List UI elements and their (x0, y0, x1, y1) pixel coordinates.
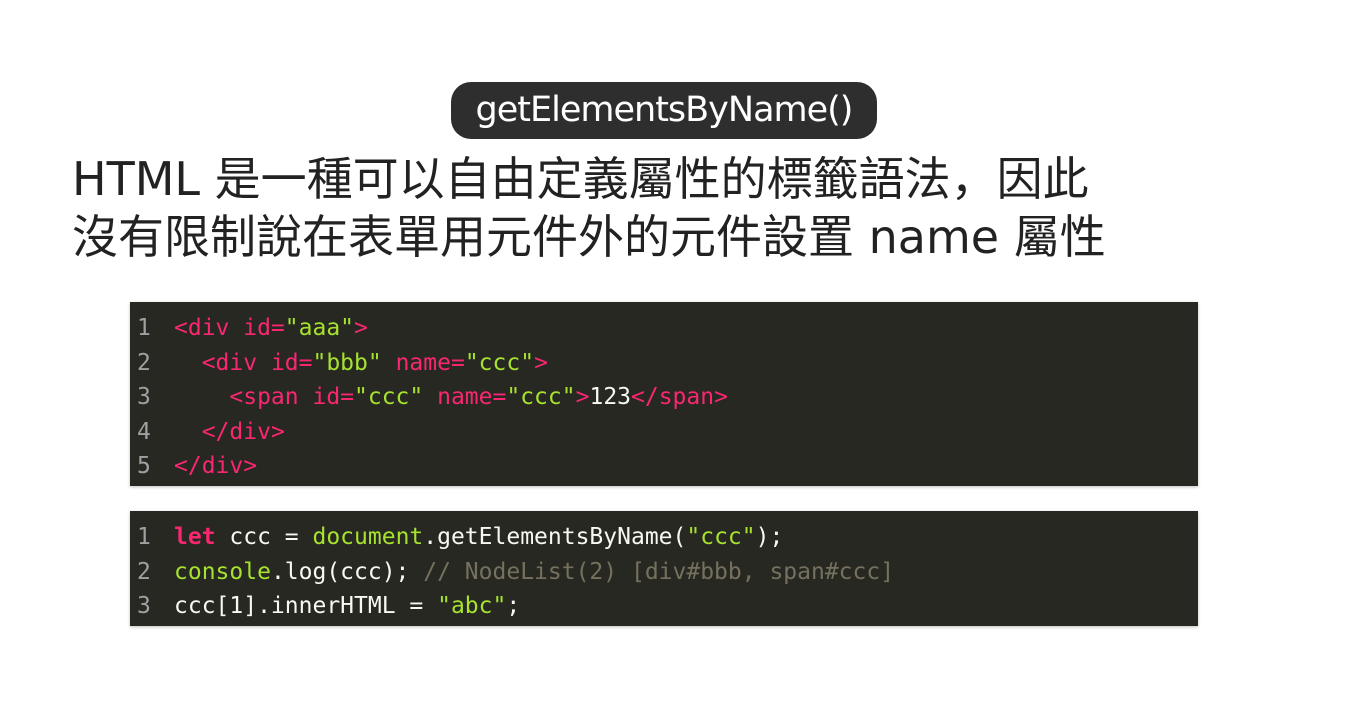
code-token: > (534, 349, 548, 376)
code-comment: // NodeList(2) [div#bbb, span#ccc] (423, 558, 895, 585)
code-token: name= (381, 349, 465, 376)
code-token: > (575, 384, 590, 410)
code-token: </div> (174, 453, 258, 479)
page-title: getElementsByName() (451, 82, 877, 139)
line-number: 2 (137, 558, 151, 585)
code-token: .log(ccc); (270, 558, 424, 585)
line-number: 3 (137, 384, 151, 410)
code-line: 3 ccc[1].innerHTML = "abc"; (137, 589, 1198, 624)
code-token: "ccc" (464, 349, 535, 376)
code-line: 2 console.log(ccc); // NodeList(2) [div#b… (137, 555, 1198, 590)
line-number: 1 (137, 315, 151, 341)
code-token: <span id= (229, 384, 355, 410)
code-token: <div id= (174, 315, 285, 341)
line-number: 3 (137, 593, 151, 619)
code-token: ccc = (215, 524, 313, 550)
description-line-1: HTML 是一種可以自由定義屬性的標籤語法，因此 (72, 152, 1089, 206)
code-token: ); (755, 524, 784, 550)
code-line: 4 </div> (137, 415, 1198, 450)
html-code-block: 1 <div id="aaa"> 2 <div id="bbb" name="cc… (130, 302, 1198, 486)
code-token: name= (423, 384, 507, 410)
code-line: 5 </div> (137, 449, 1198, 484)
line-number: 1 (137, 524, 151, 550)
line-number: 4 (137, 418, 151, 445)
description: HTML 是一種可以自由定義屬性的標籤語法，因此 沒有限制說在表單用元件外的元件… (72, 150, 1272, 266)
line-number: 2 (137, 349, 151, 376)
code-token: ccc[1].innerHTML = (174, 593, 438, 619)
code-token: <div id= (201, 349, 313, 376)
code-token: document (312, 524, 424, 550)
js-code-block: 1 let ccc = document.getElementsByName("c… (130, 511, 1198, 626)
code-line: 3 <span id="ccc" name="ccc">123</span> (137, 380, 1198, 415)
code-token: "bbb" (312, 349, 382, 376)
code-token: console (174, 558, 271, 585)
code-token: > (354, 315, 368, 341)
code-line: 1 <div id="aaa"> (137, 311, 1198, 346)
line-number: 5 (137, 453, 151, 479)
code-token: "ccc" (354, 384, 424, 410)
code-token: "aaa" (284, 315, 355, 341)
code-line: 2 <div id="bbb" name="ccc"> (137, 346, 1198, 381)
code-token: let (174, 524, 216, 550)
code-token: "ccc" (686, 524, 756, 550)
code-token: "abc" (437, 593, 507, 619)
code-token: 123 (589, 384, 632, 410)
description-line-2: 沒有限制說在表單用元件外的元件設置 name 屬性 (72, 210, 1106, 264)
code-token: "ccc" (506, 384, 576, 410)
code-token: </span> (631, 384, 728, 410)
code-line: 1 let ccc = document.getElementsByName("c… (137, 520, 1198, 555)
code-token: ; (506, 593, 521, 619)
code-token: </div> (201, 418, 285, 445)
code-token: .getElementsByName( (423, 524, 687, 550)
